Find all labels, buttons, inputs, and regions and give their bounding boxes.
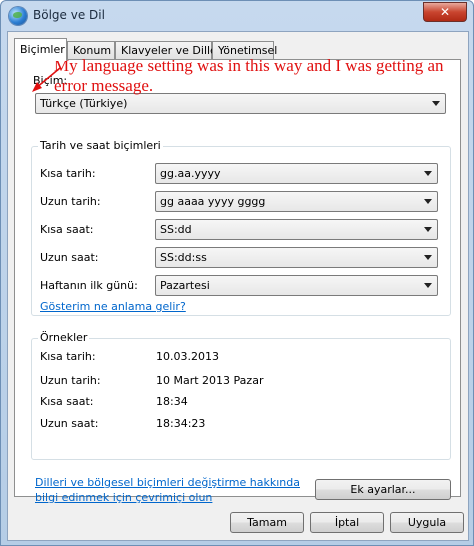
apply-button[interactable]: Uygula [390, 512, 464, 533]
globe-icon [9, 7, 27, 25]
chevron-down-icon [432, 101, 440, 106]
ok-button[interactable]: Tamam [230, 512, 304, 533]
datetime-group-title: Tarih ve saat biçimleri [38, 139, 163, 152]
long-time-dropdown[interactable]: SS:dd:ss [155, 247, 438, 268]
title-bar[interactable]: Bölge ve Dil ✕ [1, 1, 473, 31]
dialog-client: Biçimler Konum Klavyeler ve Diller Yönet… [7, 31, 469, 541]
annotation-arrow-icon [32, 67, 61, 92]
additional-settings-button[interactable]: Ek ayarlar... [315, 479, 451, 500]
example-short-time-label: Kısa saat: [40, 395, 94, 408]
long-date-dropdown[interactable]: gg aaaa yyyy gggg [155, 191, 438, 212]
long-date-label: Uzun tarih: [40, 195, 101, 208]
short-time-label: Kısa saat: [40, 223, 94, 236]
annotation-text: My language setting was in this way and … [54, 56, 444, 95]
tab-formats[interactable]: Biçimler [14, 38, 67, 61]
notation-help-link[interactable]: Gösterim ne anlama gelir? [40, 300, 186, 313]
first-day-of-week-value: Pazartesi [160, 279, 210, 292]
example-long-time-label: Uzun saat: [40, 417, 99, 430]
example-short-date-value: 10.03.2013 [156, 350, 219, 363]
formats-panel: Biçim: Türkçe (Türkiye) Tarih ve saat bi… [14, 59, 461, 504]
example-long-time-value: 18:34:23 [156, 417, 206, 430]
short-date-label: Kısa tarih: [40, 167, 96, 180]
short-time-dropdown[interactable]: SS:dd [155, 219, 438, 240]
examples-group-title: Örnekler [38, 331, 90, 344]
online-info-link-line2[interactable]: bilgi edinmek için çevrimiçi olun [35, 491, 212, 504]
online-info-link-line1[interactable]: Dilleri ve bölgesel biçimleri değiştirme… [35, 476, 300, 489]
close-button[interactable]: ✕ [423, 2, 467, 22]
first-day-of-week-label: Haftanın ilk günü: [40, 279, 138, 292]
datetime-formats-group: Tarih ve saat biçimleri Kısa tarih: gg.a… [31, 139, 451, 316]
chevron-down-icon [424, 171, 432, 176]
long-time-label: Uzun saat: [40, 251, 99, 264]
chevron-down-icon [424, 255, 432, 260]
format-dropdown-value: Türkçe (Türkiye) [40, 97, 128, 110]
example-long-date-label: Uzun tarih: [40, 374, 101, 387]
short-date-dropdown[interactable]: gg.aa.yyyy [155, 163, 438, 184]
chevron-down-icon [424, 199, 432, 204]
long-time-value: SS:dd:ss [160, 251, 207, 264]
short-time-value: SS:dd [160, 223, 192, 236]
example-short-time-value: 18:34 [156, 395, 188, 408]
close-icon: ✕ [439, 5, 451, 19]
example-short-date-label: Kısa tarih: [40, 350, 96, 363]
examples-group: Örnekler Kısa tarih: 10.03.2013 Uzun tar… [31, 331, 451, 460]
chevron-down-icon [424, 227, 432, 232]
cancel-button[interactable]: İptal [310, 512, 384, 533]
first-day-of-week-dropdown[interactable]: Pazartesi [155, 275, 438, 296]
chevron-down-icon [424, 283, 432, 288]
example-long-date-value: 10 Mart 2013 Pazar [156, 374, 264, 387]
short-date-value: gg.aa.yyyy [160, 167, 221, 180]
window-title: Bölge ve Dil [33, 8, 105, 22]
long-date-value: gg aaaa yyyy gggg [160, 195, 266, 208]
format-dropdown[interactable]: Türkçe (Türkiye) [35, 93, 446, 114]
